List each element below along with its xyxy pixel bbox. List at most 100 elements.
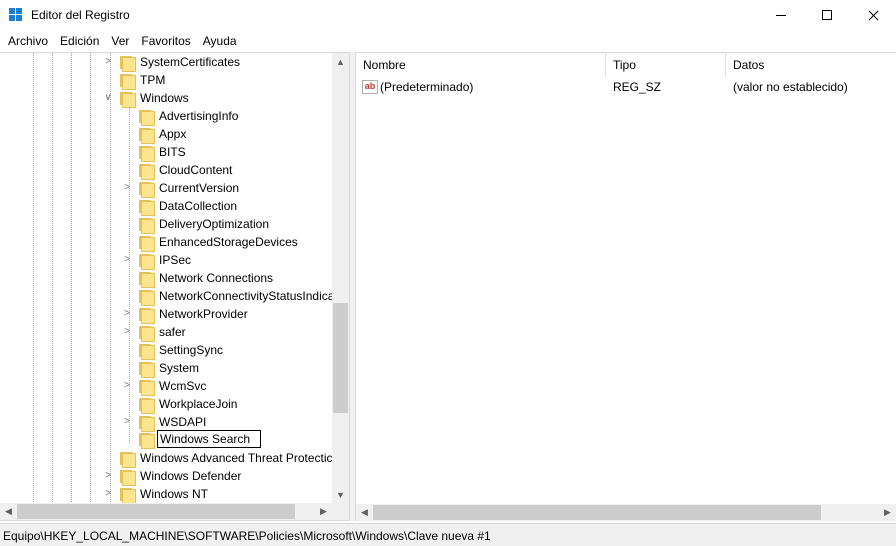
tree-guide-line <box>110 53 111 504</box>
expand-chevron-icon[interactable]: > <box>122 381 132 391</box>
minimize-button[interactable] <box>758 0 804 30</box>
tree-item[interactable]: System <box>121 359 201 378</box>
folder-icon <box>139 163 155 180</box>
tree-item[interactable]: EnhancedStorageDevices <box>121 233 300 252</box>
tree-item[interactable]: > IPSec <box>121 251 193 270</box>
tree-item[interactable]: Windows Advanced Threat Protectic <box>102 449 335 468</box>
rename-key-input[interactable]: Windows Search <box>157 430 261 448</box>
window-title: Editor del Registro <box>31 8 130 22</box>
tree-item-label: SystemCertificates <box>140 55 241 69</box>
expand-chevron-icon[interactable]: > <box>122 417 132 427</box>
scroll-left-arrow-icon[interactable]: ◀ <box>0 503 17 520</box>
tree-item[interactable]: BITS <box>121 143 188 162</box>
tree-vertical-scroll-thumb[interactable] <box>333 303 348 413</box>
tree-item-label: NetworkConnectivityStatusIndica <box>159 289 335 303</box>
tree-horizontal-scrollbar[interactable]: ◀ ▶ <box>0 503 349 520</box>
column-header-type[interactable]: Tipo <box>606 53 726 77</box>
expand-chevron-icon[interactable]: > <box>122 327 132 337</box>
tree-item[interactable]: > Windows Defender <box>102 467 243 486</box>
scroll-down-arrow-icon[interactable]: ▼ <box>332 486 349 503</box>
tree-item[interactable]: DeliveryOptimization <box>121 215 271 234</box>
tree-vertical-scrollbar[interactable]: ▲ ▼ <box>332 53 349 503</box>
tree-item[interactable]: > NetworkProvider <box>121 305 250 324</box>
maximize-button[interactable] <box>804 0 850 30</box>
expand-chevron-icon[interactable]: > <box>103 57 113 67</box>
tree-item[interactable]: TPM <box>102 71 167 90</box>
folder-icon <box>120 451 136 468</box>
tree-item[interactable]: > WSDAPI <box>121 413 208 432</box>
tree-item-label: Windows <box>140 91 189 105</box>
menu-favoritos[interactable]: Favoritos <box>137 31 194 51</box>
scroll-left-arrow-icon[interactable]: ◀ <box>356 504 373 521</box>
folder-icon <box>120 91 136 108</box>
tree-item[interactable]: DataCollection <box>121 197 239 216</box>
scroll-right-arrow-icon[interactable]: ▶ <box>879 504 896 521</box>
value-type: REG_SZ <box>613 80 662 94</box>
tree-item[interactable]: > WcmSvc <box>121 377 208 396</box>
expand-chevron-icon[interactable]: > <box>122 309 132 319</box>
folder-icon <box>139 379 155 396</box>
tree-item[interactable]: > CurrentVersion <box>121 179 241 198</box>
folder-icon <box>139 325 155 342</box>
tree-item-label: IPSec <box>159 253 192 267</box>
tree-item-label: WorkplaceJoin <box>159 397 238 411</box>
folder-icon <box>139 343 155 360</box>
folder-icon <box>139 361 155 378</box>
menu-edicion[interactable]: Edición <box>56 31 103 51</box>
tree-item[interactable]: CloudContent <box>121 161 234 180</box>
values-list[interactable]: Nombre Tipo Datos ab (Predeterminado) RE… <box>355 52 896 521</box>
list-horizontal-scrollbar[interactable]: ◀ ▶ <box>356 504 896 521</box>
folder-icon <box>139 217 155 234</box>
tree-item-label: DataCollection <box>159 199 238 213</box>
expand-chevron-icon[interactable]: > <box>122 183 132 193</box>
tree-item[interactable]: ∨ Windows <box>102 89 191 108</box>
expand-chevron-icon[interactable]: > <box>122 255 132 265</box>
folder-icon <box>139 235 155 252</box>
tree-item[interactable]: AdvertisingInfo <box>121 107 240 126</box>
list-horizontal-scroll-thumb[interactable] <box>373 505 821 520</box>
tree-item[interactable]: > SystemCertificates <box>102 53 242 72</box>
folder-icon <box>139 199 155 216</box>
column-header-name[interactable]: Nombre <box>356 53 606 77</box>
tree-item-label: CurrentVersion <box>159 181 240 195</box>
column-header-data[interactable]: Datos <box>726 53 896 77</box>
registry-editor-icon <box>9 8 23 22</box>
tree-guide-line <box>33 53 34 504</box>
tree-item-label: BITS <box>159 145 186 159</box>
menu-ver[interactable]: Ver <box>107 31 133 51</box>
collapse-chevron-icon[interactable]: ∨ <box>103 93 113 103</box>
tree-item[interactable]: NetworkConnectivityStatusIndica <box>121 287 336 306</box>
tree-item-editing[interactable]: Windows Search <box>121 430 261 449</box>
folder-icon <box>139 253 155 270</box>
tree-item[interactable]: WorkplaceJoin <box>121 395 239 414</box>
minimize-icon <box>776 14 786 16</box>
menu-ayuda[interactable]: Ayuda <box>199 31 241 51</box>
expand-chevron-icon[interactable]: > <box>103 489 113 499</box>
value-row[interactable]: ab (Predeterminado) REG_SZ (valor no est… <box>356 78 896 97</box>
scroll-up-arrow-icon[interactable]: ▲ <box>332 53 349 70</box>
tree-item[interactable]: > Windows NT <box>102 485 210 504</box>
scroll-right-arrow-icon[interactable]: ▶ <box>315 503 332 520</box>
tree-item-label: safer <box>159 325 186 339</box>
tree-item[interactable]: SettingSync <box>121 341 225 360</box>
list-header: Nombre Tipo Datos <box>356 53 896 77</box>
close-button[interactable] <box>850 0 896 30</box>
tree-item-label: WcmSvc <box>159 379 207 393</box>
key-tree[interactable]: > SystemCertificates TPM ∨ Windows Adver… <box>0 52 350 521</box>
folder-icon <box>139 415 155 432</box>
tree-item-label: CloudContent <box>159 163 233 177</box>
expand-chevron-icon[interactable]: > <box>103 471 113 481</box>
tree-item-label: EnhancedStorageDevices <box>159 235 298 249</box>
tree-item-label: DeliveryOptimization <box>159 217 270 231</box>
tree-item[interactable]: > safer <box>121 323 188 342</box>
folder-icon <box>139 145 155 162</box>
folder-icon <box>139 109 155 126</box>
menu-archivo[interactable]: Archivo <box>4 31 52 51</box>
tree-horizontal-scroll-thumb[interactable] <box>17 504 295 519</box>
folder-icon <box>120 73 136 90</box>
value-name: (Predeterminado) <box>380 80 474 94</box>
tree-item[interactable]: Appx <box>121 125 188 144</box>
folder-icon <box>120 55 136 72</box>
tree-item-label: Windows Advanced Threat Protectic <box>140 451 333 465</box>
tree-item[interactable]: Network Connections <box>121 269 275 288</box>
